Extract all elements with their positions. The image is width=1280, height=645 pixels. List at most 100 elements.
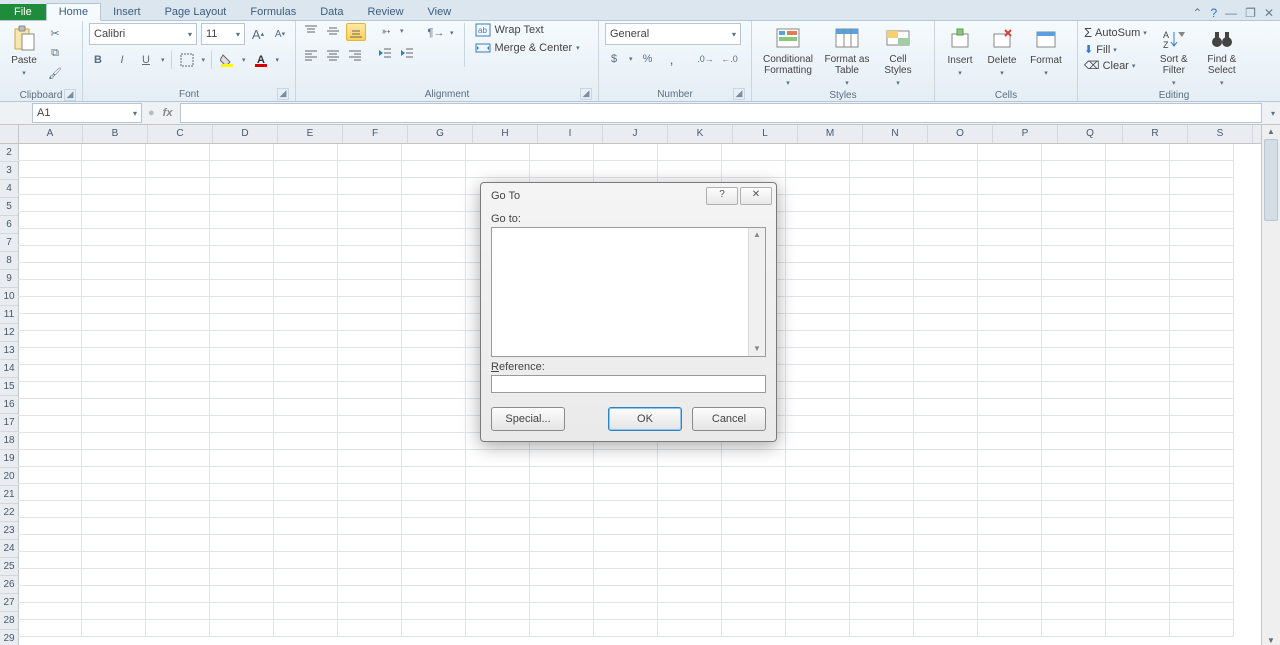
tab-review[interactable]: Review — [355, 4, 415, 20]
row-header-4[interactable]: 4 — [0, 180, 18, 198]
col-header-A[interactable]: A — [18, 125, 83, 143]
row-header-5[interactable]: 5 — [0, 198, 18, 216]
row-header-23[interactable]: 23 — [0, 522, 18, 540]
number-format-combo[interactable]: General▾ — [605, 23, 741, 45]
col-header-E[interactable]: E — [278, 125, 343, 143]
col-header-L[interactable]: L — [733, 125, 798, 143]
row-header-17[interactable]: 17 — [0, 414, 18, 432]
paste-button[interactable]: Paste ▾ — [6, 23, 42, 89]
row-header-7[interactable]: 7 — [0, 234, 18, 252]
underline-button[interactable]: U — [137, 52, 155, 68]
align-bottom-button[interactable] — [346, 23, 366, 41]
col-header-J[interactable]: J — [603, 125, 668, 143]
row-header-21[interactable]: 21 — [0, 486, 18, 504]
row-header-12[interactable]: 12 — [0, 324, 18, 342]
align-top-button[interactable] — [302, 23, 320, 39]
font-color-button[interactable]: A — [252, 52, 270, 68]
scroll-up-icon[interactable]: ▲ — [1262, 125, 1280, 139]
row-header-19[interactable]: 19 — [0, 450, 18, 468]
tab-home[interactable]: Home — [46, 3, 101, 21]
tab-page-layout[interactable]: Page Layout — [153, 4, 239, 20]
expand-formula-bar-button[interactable]: ▾ — [1266, 109, 1280, 118]
row-header-2[interactable]: 2 — [0, 144, 18, 162]
row-header-6[interactable]: 6 — [0, 216, 18, 234]
tab-file[interactable]: File — [0, 4, 46, 20]
row-header-13[interactable]: 13 — [0, 342, 18, 360]
increase-decimal-button[interactable]: .0→ — [697, 51, 715, 67]
scroll-down-icon[interactable]: ▼ — [1262, 634, 1280, 645]
column-headers[interactable]: ABCDEFGHIJKLMNOPQRS — [18, 125, 1261, 144]
number-dialog-launcher[interactable]: ◢ — [733, 88, 745, 100]
col-header-H[interactable]: H — [473, 125, 538, 143]
formula-bar[interactable] — [180, 103, 1262, 123]
row-header-22[interactable]: 22 — [0, 504, 18, 522]
row-header-26[interactable]: 26 — [0, 576, 18, 594]
special-button[interactable]: Special... — [491, 407, 565, 431]
window-restore-icon[interactable]: ❐ — [1245, 6, 1256, 20]
window-close-icon[interactable]: ✕ — [1264, 6, 1274, 20]
ok-button[interactable]: OK — [608, 407, 682, 431]
merge-center-button[interactable]: Merge & Center ▾ — [475, 41, 580, 55]
decrease-decimal-button[interactable]: ←.0 — [721, 51, 739, 67]
row-header-25[interactable]: 25 — [0, 558, 18, 576]
increase-font-button[interactable]: A▴ — [249, 26, 267, 42]
delete-cells-button[interactable]: Delete▾ — [983, 23, 1021, 89]
listbox-scroll-down-icon[interactable]: ▼ — [749, 342, 765, 356]
cell-styles-button[interactable]: Cell Styles▾ — [876, 23, 920, 89]
cut-button[interactable]: ✂ — [46, 25, 64, 41]
col-header-N[interactable]: N — [863, 125, 928, 143]
row-headers[interactable]: 1234567891011121314151617181920212223242… — [0, 126, 19, 645]
row-header-16[interactable]: 16 — [0, 396, 18, 414]
format-painter-button[interactable]: 🖌 — [46, 65, 64, 81]
name-box[interactable]: A1▾ — [32, 103, 142, 123]
col-header-D[interactable]: D — [213, 125, 278, 143]
insert-cells-button[interactable]: Insert▾ — [941, 23, 979, 89]
conditional-formatting-button[interactable]: Conditional Formatting▾ — [758, 23, 818, 89]
row-header-3[interactable]: 3 — [0, 162, 18, 180]
col-header-R[interactable]: R — [1123, 125, 1188, 143]
col-header-K[interactable]: K — [668, 125, 733, 143]
window-minimize-icon[interactable]: — — [1225, 6, 1237, 20]
accounting-format-button[interactable]: $ — [605, 51, 623, 67]
col-header-Q[interactable]: Q — [1058, 125, 1123, 143]
col-header-B[interactable]: B — [83, 125, 148, 143]
format-as-table-button[interactable]: Format as Table▾ — [822, 23, 872, 89]
tab-view[interactable]: View — [416, 4, 464, 20]
row-header-9[interactable]: 9 — [0, 270, 18, 288]
alignment-dialog-launcher[interactable]: ◢ — [580, 88, 592, 100]
col-header-F[interactable]: F — [343, 125, 408, 143]
row-header-24[interactable]: 24 — [0, 540, 18, 558]
row-header-8[interactable]: 8 — [0, 252, 18, 270]
goto-listbox[interactable]: ▲ ▼ — [491, 227, 766, 357]
comma-format-button[interactable]: , — [663, 51, 681, 67]
tab-data[interactable]: Data — [308, 4, 355, 20]
decrease-indent-button[interactable] — [376, 45, 394, 61]
minimize-ribbon-icon[interactable]: ⌃ — [1192, 6, 1202, 20]
scroll-thumb[interactable] — [1264, 139, 1278, 221]
cancel-edit-icon[interactable]: ● — [148, 107, 155, 119]
col-header-C[interactable]: C — [148, 125, 213, 143]
font-size-combo[interactable]: 11▾ — [201, 23, 245, 45]
copy-button[interactable]: ⧉ — [46, 45, 64, 61]
tab-formulas[interactable]: Formulas — [238, 4, 308, 20]
borders-button[interactable] — [178, 52, 196, 68]
col-header-G[interactable]: G — [408, 125, 473, 143]
row-header-10[interactable]: 10 — [0, 288, 18, 306]
align-left-button[interactable] — [302, 47, 320, 63]
find-select-button[interactable]: Find & Select▾ — [1201, 23, 1243, 89]
fill-button[interactable]: ⬇Fill▾ — [1084, 43, 1147, 56]
text-direction-button[interactable]: ¶→ — [426, 25, 446, 41]
col-header-O[interactable]: O — [928, 125, 993, 143]
listbox-scroll-up-icon[interactable]: ▲ — [749, 228, 765, 242]
col-header-I[interactable]: I — [538, 125, 603, 143]
row-header-18[interactable]: 18 — [0, 432, 18, 450]
col-header-S[interactable]: S — [1188, 125, 1253, 143]
select-all-corner[interactable] — [0, 125, 19, 144]
align-middle-button[interactable] — [324, 23, 342, 39]
percent-format-button[interactable]: % — [639, 51, 657, 67]
italic-button[interactable]: I — [113, 52, 131, 68]
dialog-close-button[interactable]: ✕ — [740, 187, 772, 205]
cancel-button[interactable]: Cancel — [692, 407, 766, 431]
row-header-11[interactable]: 11 — [0, 306, 18, 324]
reference-input[interactable] — [491, 375, 766, 393]
